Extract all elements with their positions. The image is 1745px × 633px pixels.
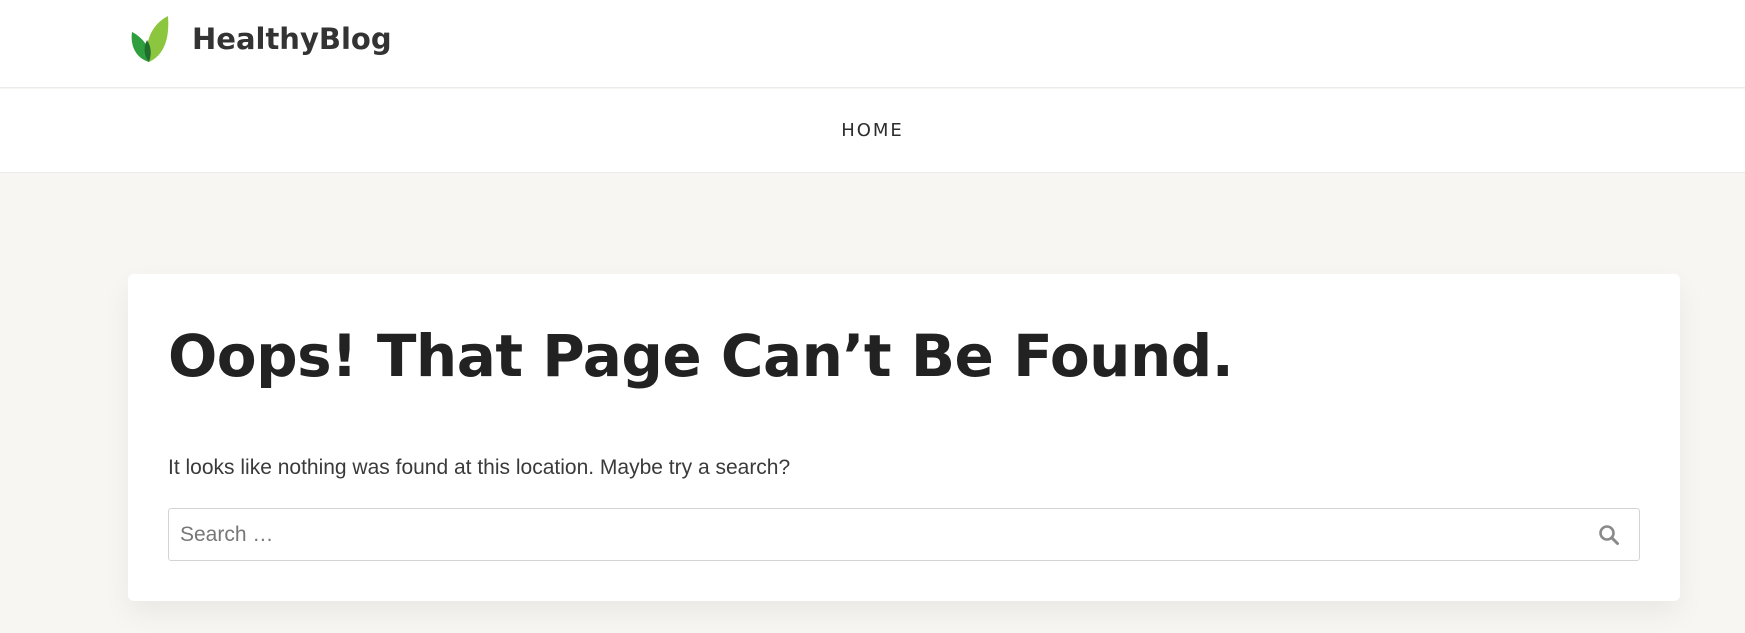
search-icon xyxy=(1599,525,1619,545)
not-found-card: Oops! That Page Can’t Be Found. It looks… xyxy=(128,274,1680,601)
site-header: HealthyBlog xyxy=(0,0,1745,88)
nav-item-home[interactable]: HOME xyxy=(837,114,908,147)
search-form xyxy=(168,508,1640,561)
leaf-logo-icon xyxy=(131,16,169,62)
search-input[interactable] xyxy=(169,509,1569,560)
search-submit-button[interactable] xyxy=(1589,515,1629,555)
page-title: Oops! That Page Can’t Be Found. xyxy=(168,322,1234,390)
not-found-message: It looks like nothing was found at this … xyxy=(168,456,791,479)
site-branding-link[interactable]: HealthyBlog xyxy=(128,14,392,64)
site-title: HealthyBlog xyxy=(192,22,392,56)
primary-navigation: HOME xyxy=(0,89,1745,173)
